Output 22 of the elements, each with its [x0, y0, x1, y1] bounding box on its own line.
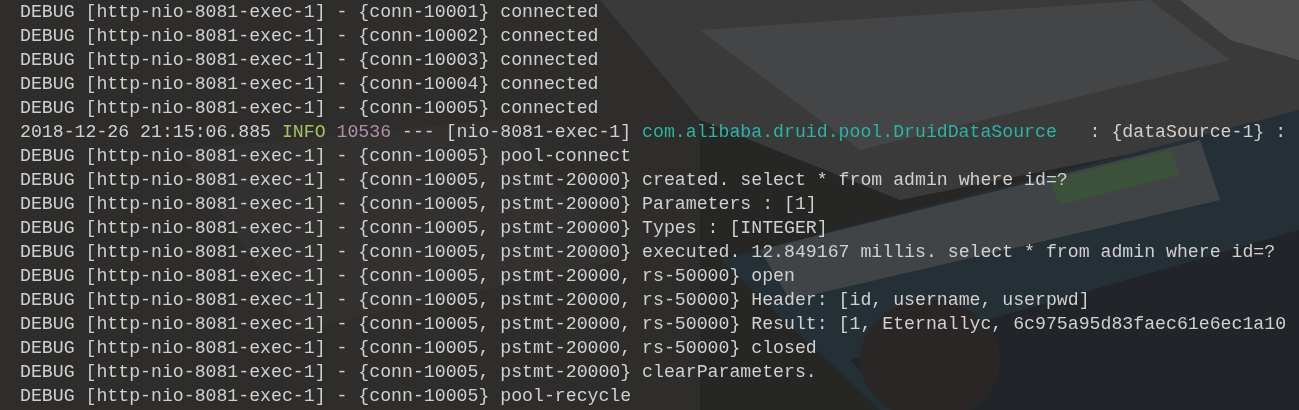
log-text: DEBUG [http-nio-8081-exec-1] - {conn-10005, pstmt-20000} Parameters : [1] — [20, 193, 817, 216]
log-text: DEBUG [http-nio-8081-exec-1] - {conn-10002} connected — [20, 25, 599, 48]
log-text: DEBUG [http-nio-8081-exec-1] - {conn-10005} pool-recycle — [20, 385, 632, 408]
log-text: : {dataSource-1} : — [1088, 121, 1287, 144]
log-text: DEBUG [http-nio-8081-exec-1] - {conn-10005, pstmt-20000} created. select * from admin where id=? — [20, 169, 1068, 192]
log-text: DEBUG [http-nio-8081-exec-1] - {conn-10005, pstmt-20000, rs-50000} closed — [20, 337, 817, 360]
log-text: DEBUG [http-nio-8081-exec-1] - {conn-10005, pstmt-20000, rs-50000} open — [20, 265, 795, 288]
log-text: DEBUG [http-nio-8081-exec-1] - {conn-10004} connected — [20, 73, 599, 96]
log-text: DEBUG [http-nio-8081-exec-1] - {conn-10005, pstmt-20000} executed. 12.849167 millis. select * from admin where id=? — [20, 241, 1276, 264]
log-text: DEBUG [http-nio-8081-exec-1] - {conn-10001} connected — [20, 1, 599, 24]
log-text: --- [nio-8081-exec-1] — [402, 121, 632, 144]
log-text: DEBUG [http-nio-8081-exec-1] - {conn-10005, pstmt-20000} Types : [INTEGER] — [20, 217, 828, 240]
logger-name: com.alibaba.druid.pool.DruidDataSource — [642, 121, 1057, 144]
log-text: DEBUG [http-nio-8081-exec-1] - {conn-10005, pstmt-20000} clearParameters. — [20, 361, 817, 384]
process-id: 10536 — [336, 121, 392, 144]
log-text: DEBUG [http-nio-8081-exec-1] - {conn-10005, pstmt-20000, rs-50000} Result: [1, Eternallyc, 6c975a95d83faec61e6ec1a10 — [20, 313, 1287, 336]
log-text: DEBUG [http-nio-8081-exec-1] - {conn-10003} connected — [20, 49, 599, 72]
log-text: DEBUG [http-nio-8081-exec-1] - {conn-10005} pool-connect — [20, 145, 632, 168]
log-text: DEBUG [http-nio-8081-exec-1] - {conn-10005, pstmt-20000, rs-50000} Header: [id, username, userpwd] — [20, 289, 1090, 312]
log-text: DEBUG [http-nio-8081-exec-1] - {conn-10005} connected — [20, 97, 599, 120]
log-level: INFO — [281, 121, 326, 144]
log-text: 2018-12-26 21:15:06.885 — [20, 121, 272, 144]
